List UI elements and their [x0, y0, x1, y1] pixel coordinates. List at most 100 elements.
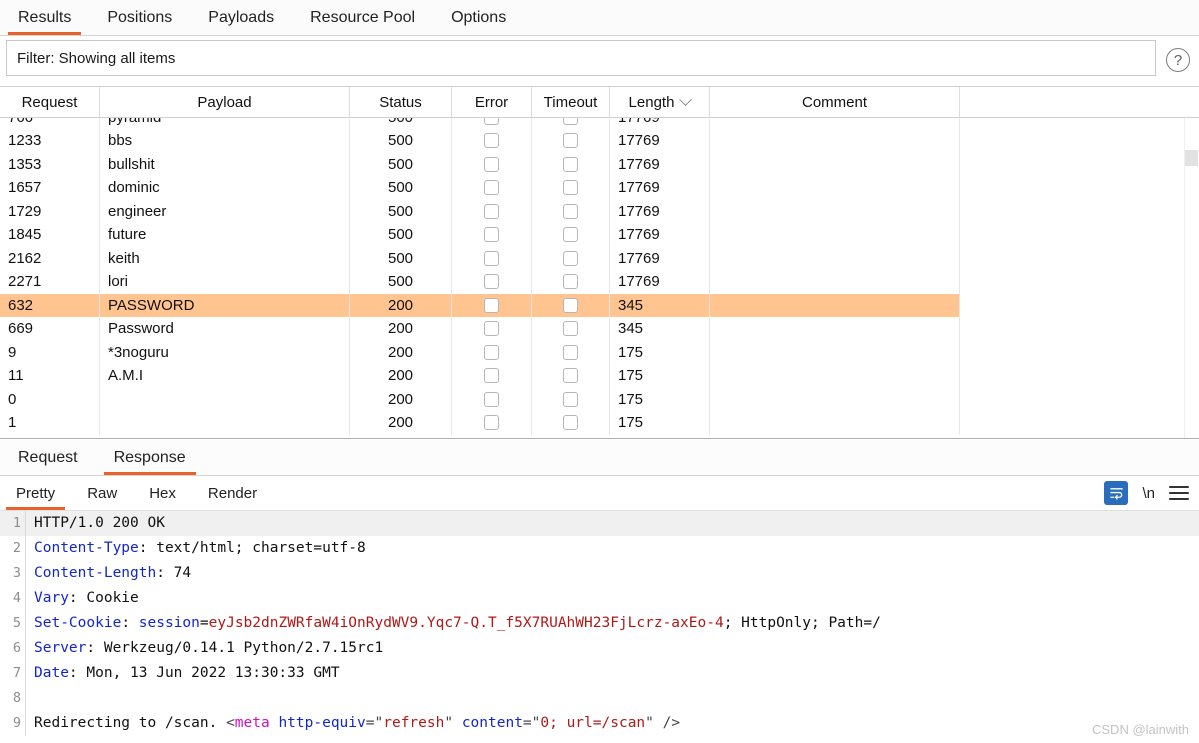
checkbox-icon[interactable] [484, 133, 499, 148]
column-header-error[interactable]: Error [452, 87, 532, 118]
table-row[interactable]: 1657dominic50017769 [0, 176, 960, 200]
cell-error-checkbox[interactable] [452, 270, 532, 294]
cell-timeout-checkbox[interactable] [532, 294, 610, 318]
cell-error-checkbox[interactable] [452, 294, 532, 318]
hamburger-menu-icon[interactable] [1169, 486, 1189, 500]
table-row[interactable]: 11A.M.I200175 [0, 364, 960, 388]
checkbox-icon[interactable] [484, 321, 499, 336]
column-header-request[interactable]: Request [0, 87, 100, 118]
column-header-comment[interactable]: Comment [710, 87, 960, 118]
cell-timeout-checkbox[interactable] [532, 364, 610, 388]
checkbox-icon[interactable] [484, 251, 499, 266]
checkbox-icon[interactable] [484, 204, 499, 219]
column-header-timeout[interactable]: Timeout [532, 87, 610, 118]
view-tab-render[interactable]: Render [192, 477, 273, 510]
checkbox-icon[interactable] [563, 204, 578, 219]
checkbox-icon[interactable] [484, 157, 499, 172]
checkbox-icon[interactable] [563, 321, 578, 336]
cell-timeout-checkbox[interactable] [532, 411, 610, 435]
checkbox-icon[interactable] [563, 251, 578, 266]
checkbox-icon[interactable] [484, 118, 499, 125]
cell-comment [710, 270, 960, 294]
table-row[interactable]: 2162keith50017769 [0, 247, 960, 271]
checkbox-icon[interactable] [563, 392, 578, 407]
table-row[interactable]: 1233bbs50017769 [0, 129, 960, 153]
view-tab-pretty[interactable]: Pretty [0, 477, 71, 510]
checkbox-icon[interactable] [484, 415, 499, 430]
cell-timeout-checkbox[interactable] [532, 176, 610, 200]
view-tab-hex[interactable]: Hex [133, 477, 192, 510]
table-row[interactable]: 1353bullshit50017769 [0, 153, 960, 177]
checkbox-icon[interactable] [563, 157, 578, 172]
table-row[interactable]: 1200175 [0, 411, 960, 435]
cell-text: 1 [8, 414, 16, 431]
column-header-status[interactable]: Status [350, 87, 452, 118]
column-header-payload[interactable]: Payload [100, 87, 350, 118]
response-viewer[interactable]: 1HTTP/1.0 200 OK2Content-Type: text/html… [0, 511, 1199, 743]
checkbox-icon[interactable] [563, 118, 578, 125]
checkbox-icon[interactable] [563, 274, 578, 289]
word-wrap-icon[interactable] [1104, 481, 1128, 505]
checkbox-icon[interactable] [484, 227, 499, 242]
tab-results[interactable]: Results [0, 0, 89, 35]
cell-error-checkbox[interactable] [452, 317, 532, 341]
table-row[interactable]: 766pyramid50017769 [0, 118, 960, 129]
checkbox-icon[interactable] [563, 180, 578, 195]
cell-error-checkbox[interactable] [452, 341, 532, 365]
cell-error-checkbox[interactable] [452, 129, 532, 153]
tab-resource-pool[interactable]: Resource Pool [292, 0, 433, 35]
tab-positions[interactable]: Positions [89, 0, 190, 35]
cell-timeout-checkbox[interactable] [532, 247, 610, 271]
checkbox-icon[interactable] [484, 180, 499, 195]
cell-error-checkbox[interactable] [452, 247, 532, 271]
checkbox-icon[interactable] [563, 298, 578, 313]
tab-payloads[interactable]: Payloads [190, 0, 292, 35]
cell-timeout-checkbox[interactable] [532, 129, 610, 153]
cell-error-checkbox[interactable] [452, 118, 532, 129]
table-row[interactable]: 0200175 [0, 388, 960, 412]
filter-bar[interactable]: Filter: Showing all items [6, 40, 1156, 76]
table-row[interactable]: 2271lori50017769 [0, 270, 960, 294]
checkbox-icon[interactable] [563, 345, 578, 360]
message-tab-request[interactable]: Request [0, 440, 96, 475]
checkbox-icon[interactable] [484, 274, 499, 289]
response-line-text: Server: Werkzeug/0.14.1 Python/2.7.15rc1 [34, 636, 383, 661]
cell-timeout-checkbox[interactable] [532, 153, 610, 177]
cell-error-checkbox[interactable] [452, 411, 532, 435]
cell-timeout-checkbox[interactable] [532, 223, 610, 247]
checkbox-icon[interactable] [484, 392, 499, 407]
column-header-length[interactable]: Length [610, 87, 710, 118]
response-line: 6Server: Werkzeug/0.14.1 Python/2.7.15rc… [0, 636, 1199, 661]
cell-error-checkbox[interactable] [452, 200, 532, 224]
cell-timeout-checkbox[interactable] [532, 270, 610, 294]
cell-status: 500 [350, 247, 452, 271]
cell-error-checkbox[interactable] [452, 176, 532, 200]
cell-timeout-checkbox[interactable] [532, 388, 610, 412]
newline-toggle[interactable]: \n [1142, 485, 1155, 502]
cell-timeout-checkbox[interactable] [532, 200, 610, 224]
checkbox-icon[interactable] [484, 298, 499, 313]
table-row[interactable]: 1845future50017769 [0, 223, 960, 247]
checkbox-icon[interactable] [484, 345, 499, 360]
checkbox-icon[interactable] [563, 415, 578, 430]
table-row[interactable]: 9*3noguru200175 [0, 341, 960, 365]
checkbox-icon[interactable] [563, 227, 578, 242]
tab-options[interactable]: Options [433, 0, 524, 35]
column-header-label: Request [22, 94, 78, 111]
cell-error-checkbox[interactable] [452, 364, 532, 388]
cell-timeout-checkbox[interactable] [532, 341, 610, 365]
cell-error-checkbox[interactable] [452, 153, 532, 177]
checkbox-icon[interactable] [563, 368, 578, 383]
cell-error-checkbox[interactable] [452, 223, 532, 247]
cell-timeout-checkbox[interactable] [532, 118, 610, 129]
table-row[interactable]: 1729engineer50017769 [0, 200, 960, 224]
view-tab-raw[interactable]: Raw [71, 477, 133, 510]
question-circle-icon[interactable]: ? [1166, 48, 1190, 72]
cell-timeout-checkbox[interactable] [532, 317, 610, 341]
checkbox-icon[interactable] [484, 368, 499, 383]
table-row[interactable]: 632PASSWORD200345 [0, 294, 960, 318]
table-row[interactable]: 669Password200345 [0, 317, 960, 341]
checkbox-icon[interactable] [563, 133, 578, 148]
cell-error-checkbox[interactable] [452, 388, 532, 412]
message-tab-response[interactable]: Response [96, 440, 204, 475]
